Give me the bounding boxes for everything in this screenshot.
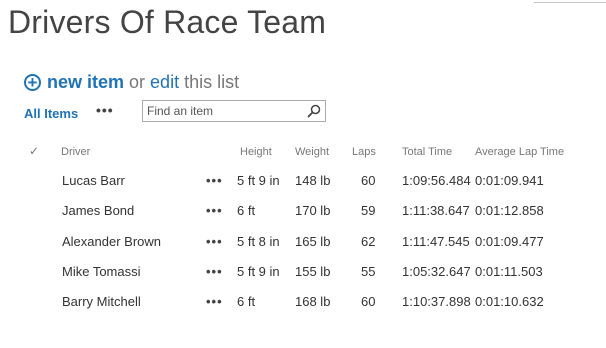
cell-height: 6 ft <box>237 294 256 309</box>
row-menu-button[interactable]: ••• <box>206 203 223 218</box>
more-views-button[interactable]: ••• <box>96 102 114 118</box>
cell-height: 5 ft 9 in <box>237 264 280 279</box>
cell-average-lap-time: 0:01:11.503 <box>475 264 543 279</box>
search-box[interactable] <box>142 100 326 122</box>
row-menu-button[interactable]: ••• <box>206 294 223 309</box>
new-item-link[interactable]: new item <box>47 72 124 93</box>
cell-laps: 55 <box>361 264 376 279</box>
cell-driver[interactable]: Barry Mitchell <box>62 294 141 309</box>
cell-driver[interactable]: Alexander Brown <box>62 234 161 249</box>
cell-driver[interactable]: Mike Tomassi <box>62 264 141 279</box>
cell-laps: 60 <box>361 294 376 309</box>
table-row[interactable]: James Bond 6 ft 170 lb 59 1:11:38.647 0:01:12… <box>24 203 584 223</box>
cell-height: 5 ft 9 in <box>237 173 280 188</box>
cell-height: 6 ft <box>237 203 256 218</box>
cell-total-time: 1:11:47.545 <box>402 234 470 249</box>
search-input[interactable] <box>147 102 302 120</box>
cell-height: 5 ft 8 in <box>237 234 280 249</box>
cell-driver[interactable]: James Bond <box>62 203 134 218</box>
column-header-driver[interactable]: Driver <box>61 146 90 158</box>
cell-average-lap-time: 0:01:12.858 <box>475 203 544 218</box>
cell-total-time: 1:09:56.484 <box>402 173 471 188</box>
view-selector: All Items <box>24 102 78 124</box>
or-text: or <box>129 72 146 92</box>
table-row[interactable]: Lucas Barr 5 ft 9 in 148 lb 60 1:09:56.484 0:… <box>24 173 584 193</box>
window-edge <box>534 0 606 3</box>
this-list-text: this list <box>184 72 240 92</box>
cell-weight: 148 lb <box>295 173 331 188</box>
plus-circle-icon[interactable]: + <box>24 74 41 91</box>
row-menu-button[interactable]: ••• <box>206 264 223 279</box>
column-header-average-lap-time[interactable]: Average Lap Time <box>475 146 564 158</box>
cell-average-lap-time: 0:01:09.941 <box>475 173 544 188</box>
cell-weight: 170 lb <box>295 203 331 218</box>
row-menu-button[interactable]: ••• <box>206 173 223 188</box>
cell-weight: 168 lb <box>295 294 331 309</box>
search-icon[interactable] <box>307 104 321 118</box>
new-item-bar: + new item or edit this list <box>24 72 239 93</box>
column-header-laps[interactable]: Laps <box>352 146 376 158</box>
cell-driver[interactable]: Lucas Barr <box>62 173 125 188</box>
cell-average-lap-time: 0:01:09.477 <box>475 234 544 249</box>
cell-weight: 165 lb <box>295 234 331 249</box>
cell-laps: 60 <box>361 173 376 188</box>
checkmark-icon[interactable]: ✓ <box>29 144 39 158</box>
column-header-weight[interactable]: Weight <box>295 146 329 158</box>
table-row[interactable]: Alexander Brown 5 ft 8 in 165 lb 62 1:11:47.… <box>24 234 584 254</box>
page-title: Drivers Of Race Team <box>8 4 327 40</box>
cell-average-lap-time: 0:01:10.632 <box>475 294 544 309</box>
cell-total-time: 1:05:32.647 <box>402 264 471 279</box>
cell-total-time: 1:11:38.647 <box>402 203 470 218</box>
column-header-height[interactable]: Height <box>240 146 272 158</box>
table-row[interactable]: Barry Mitchell 6 ft 168 lb 60 1:10:37.898 0:0… <box>24 294 584 314</box>
cell-laps: 62 <box>361 234 376 249</box>
all-items-view[interactable]: All Items <box>24 106 78 121</box>
cell-weight: 155 lb <box>295 264 331 279</box>
table-row[interactable]: Mike Tomassi 5 ft 9 in 155 lb 55 1:05:32.647… <box>24 264 584 284</box>
cell-total-time: 1:10:37.898 <box>402 294 471 309</box>
column-header-total-time[interactable]: Total Time <box>402 146 452 158</box>
cell-laps: 59 <box>361 203 376 218</box>
row-menu-button[interactable]: ••• <box>206 234 223 249</box>
edit-link[interactable]: edit <box>150 72 179 93</box>
